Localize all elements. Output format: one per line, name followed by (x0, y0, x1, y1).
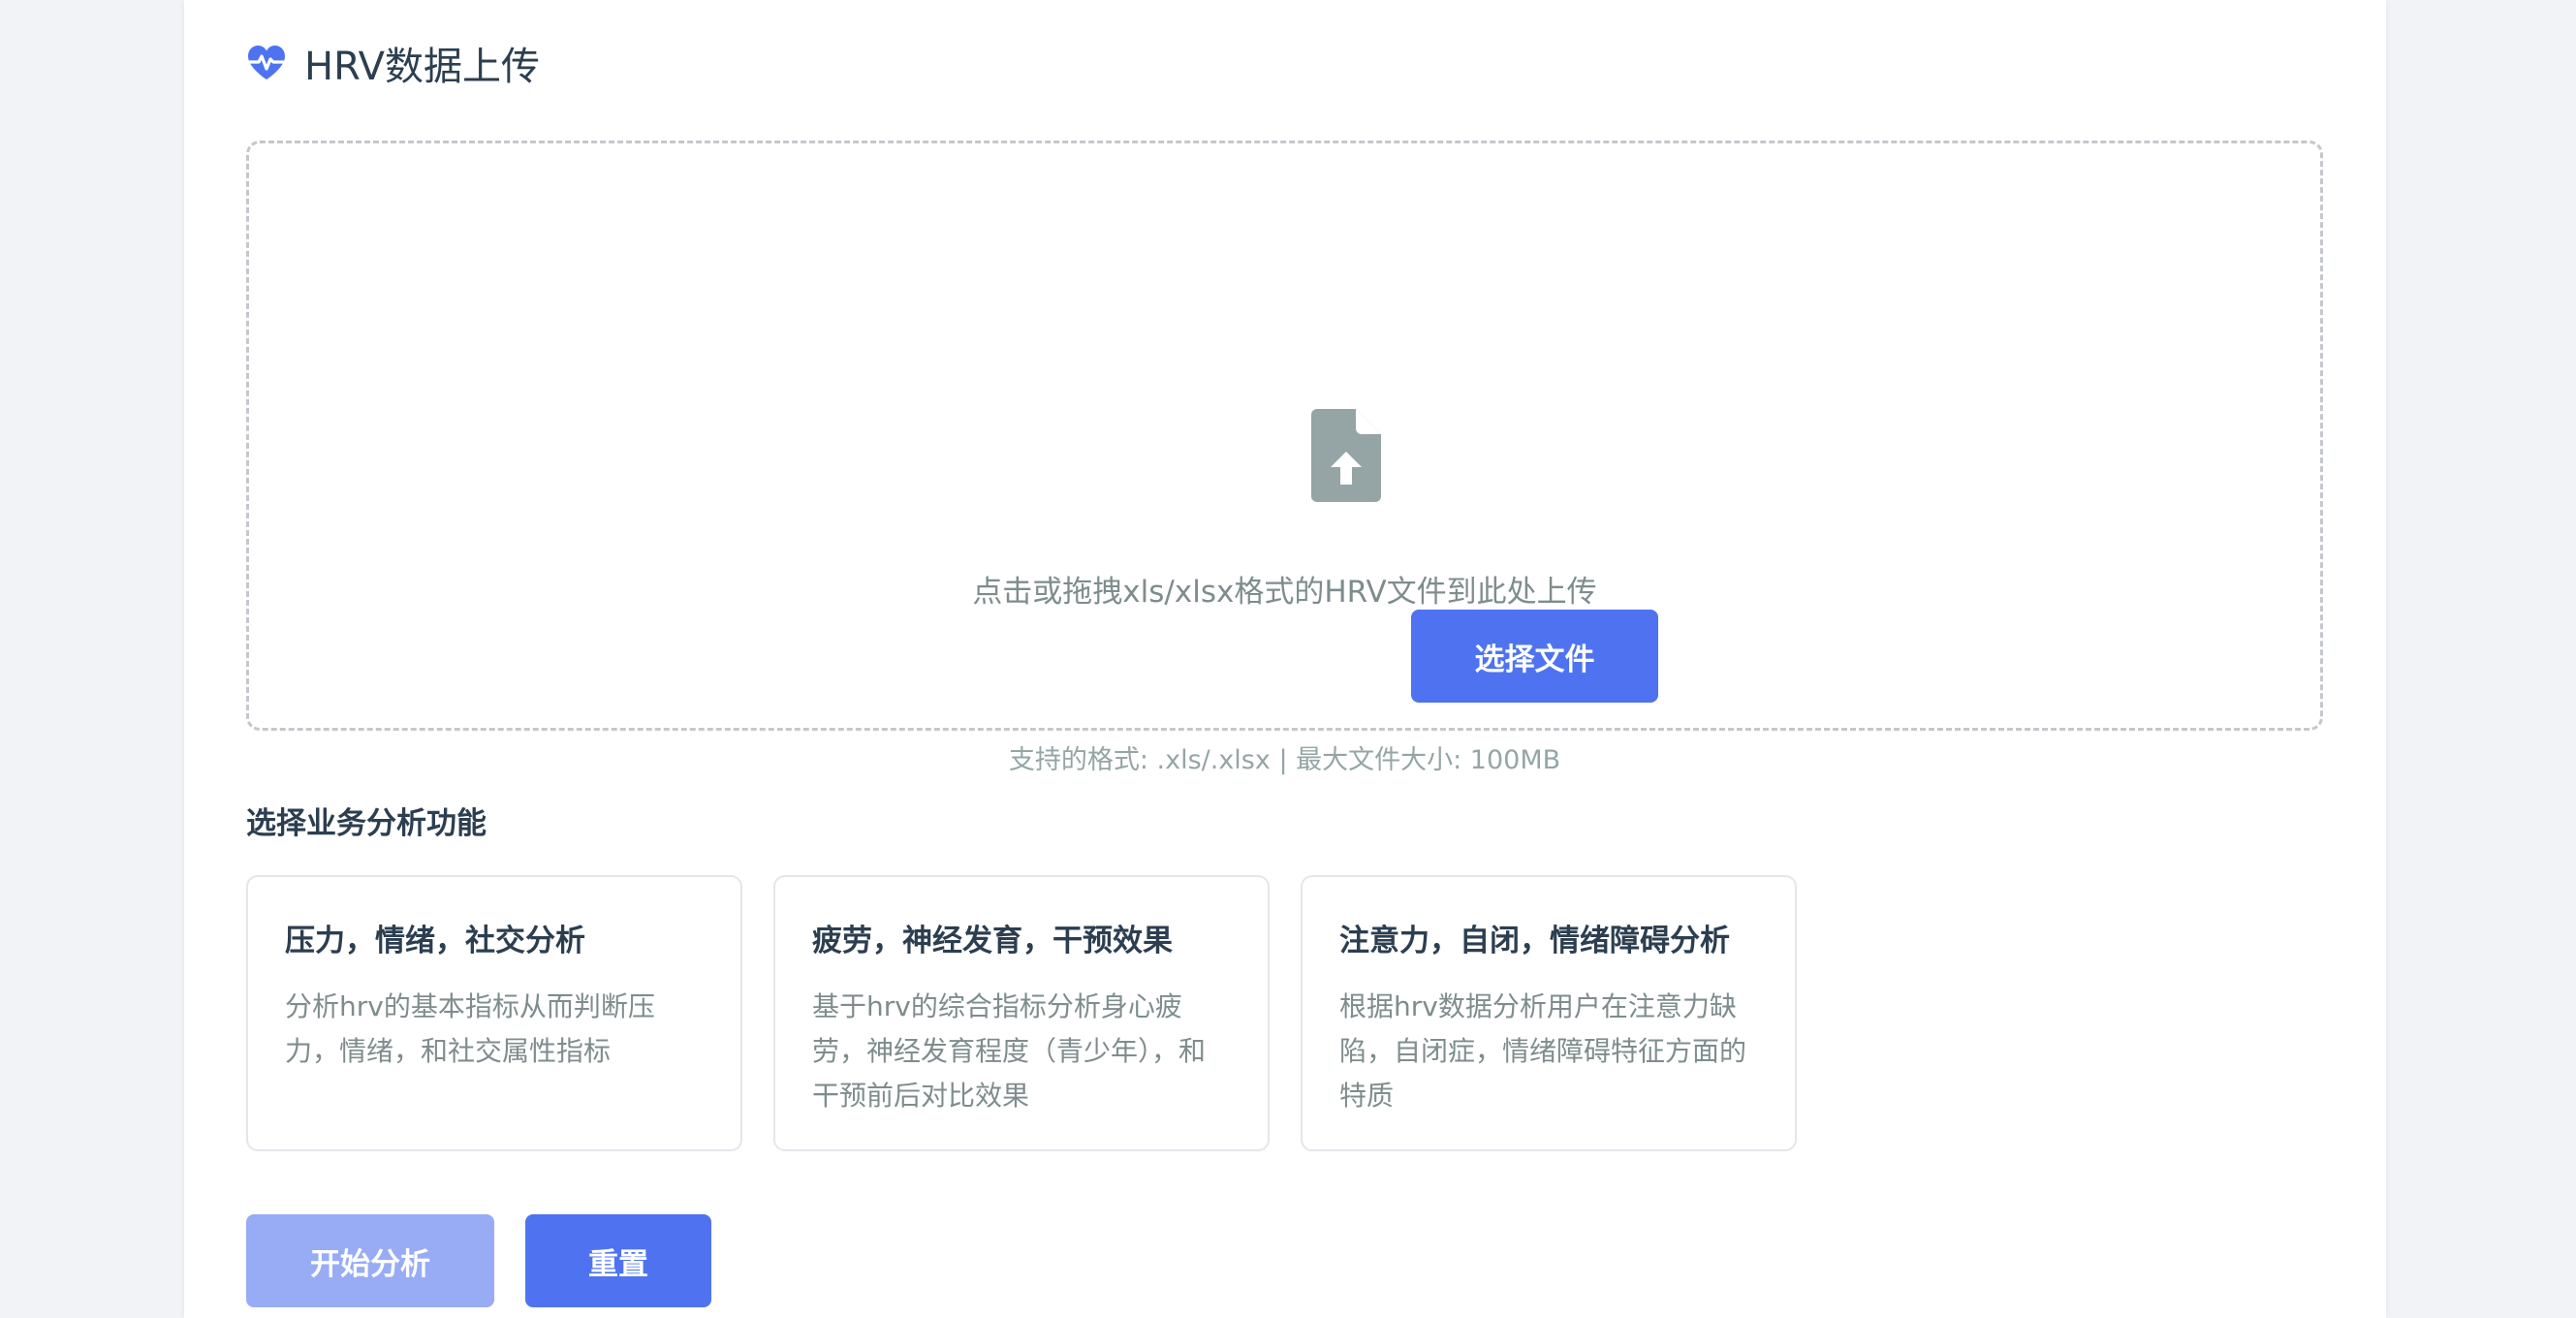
file-upload-icon (1311, 409, 1381, 502)
start-analysis-button[interactable]: 开始分析 (246, 1214, 494, 1307)
panel-header: HRV数据上传 (246, 37, 540, 89)
analysis-option-title: 注意力，自闭，情绪障碍分析 (1339, 924, 1730, 958)
heartbeat-icon (246, 45, 287, 81)
analysis-option-description: 分析hrv的基本指标从而判断压力，情绪，和社交属性指标 (285, 990, 655, 1067)
upload-panel: HRV数据上传 点击或拖拽xls/xlsx格式的HRV文件到此处上传 选择文件 … (184, 0, 2386, 1318)
file-dropzone[interactable]: 点击或拖拽xls/xlsx格式的HRV文件到此处上传 选择文件 支持的格式: .… (246, 141, 2323, 775)
choose-file-button[interactable]: 选择文件 (1411, 610, 1658, 703)
upload-hint-text: 点击或拖拽xls/xlsx格式的HRV文件到此处上传 (972, 575, 1597, 610)
analysis-option-description: 根据hrv数据分析用户在注意力缺陷，自闭症，情绪障碍特征方面的特质 (1339, 990, 1747, 1112)
analysis-option-title: 压力，情绪，社交分析 (285, 924, 585, 958)
analysis-option-fatigue[interactable]: 疲劳，神经发育，干预效果 基于hrv的综合指标分析身心疲劳，神经发育程度（青少年… (773, 875, 1270, 1151)
reset-button[interactable]: 重置 (525, 1214, 711, 1307)
format-note: 支持的格式: .xls/.xlsx | 最大文件大小: 100MB (1008, 745, 1561, 775)
page-title: HRV数据上传 (304, 45, 541, 89)
analysis-option-title: 疲劳，神经发育，干预效果 (812, 924, 1173, 958)
analysis-section-title: 选择业务分析功能 (246, 806, 487, 841)
analysis-option-attention[interactable]: 注意力，自闭，情绪障碍分析 根据hrv数据分析用户在注意力缺陷，自闭症，情绪障碍… (1301, 875, 1797, 1151)
analysis-option-description: 基于hrv的综合指标分析身心疲劳，神经发育程度（青少年），和干预前后对比效果 (812, 990, 1207, 1112)
analysis-option-stress[interactable]: 压力，情绪，社交分析 分析hrv的基本指标从而判断压力，情绪，和社交属性指标 (246, 875, 742, 1151)
